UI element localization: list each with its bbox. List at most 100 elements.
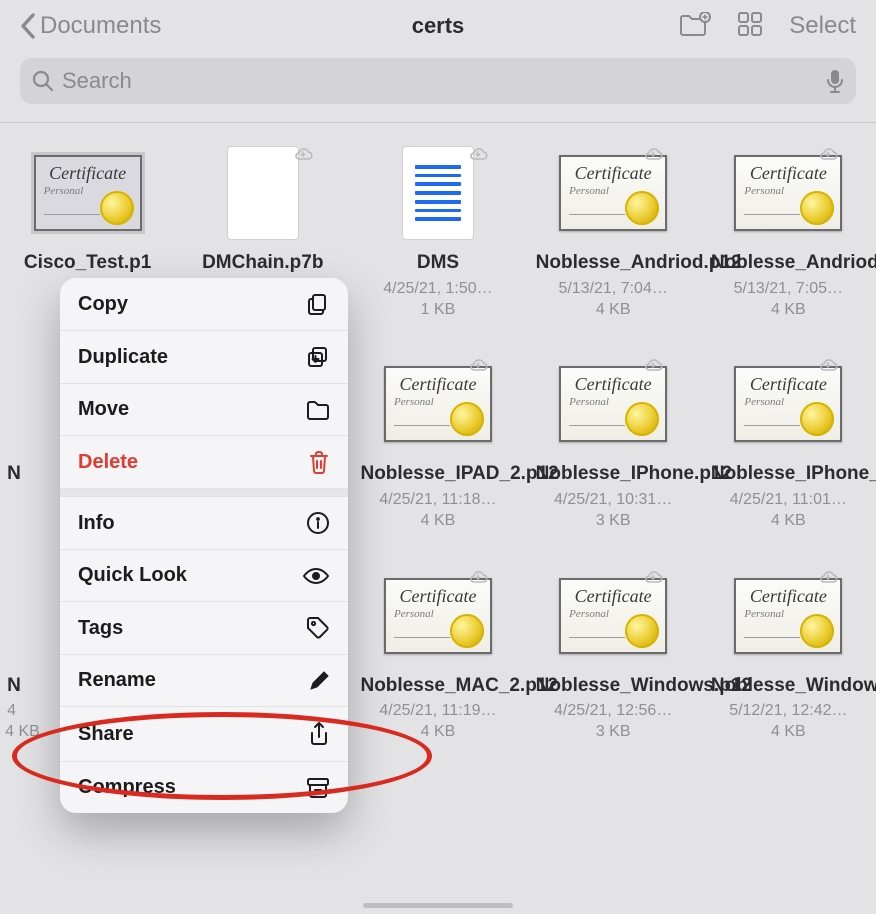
tag-icon (306, 616, 330, 640)
file-item[interactable]: CertificatePersonal Noblesse_IPhone.p12 … (531, 354, 696, 531)
search-placeholder: Search (62, 68, 818, 94)
file-thumbnail: CertificatePersonal (732, 143, 844, 243)
menu-quick-look[interactable]: Quick Look (60, 550, 348, 602)
view-toggle-icon[interactable] (737, 11, 763, 42)
menu-copy[interactable]: Copy (60, 278, 348, 331)
menu-delete[interactable]: Delete (60, 436, 348, 489)
file-name: DMS (417, 251, 459, 275)
file-name: Noblesse_MAC_2.p12 (360, 674, 515, 698)
file-item[interactable]: CertificatePersonal Noblesse_Andriod.p12… (531, 143, 696, 320)
cloud-download-icon (468, 358, 488, 377)
menu-label: Delete (78, 451, 138, 474)
duplicate-icon (306, 345, 330, 369)
menu-label: Move (78, 398, 129, 421)
navigation-bar: Documents certs Select (0, 0, 876, 52)
menu-label: Duplicate (78, 346, 168, 369)
file-size: 4 KB (421, 722, 456, 743)
file-thumbnail: CertificatePersonal (732, 354, 844, 454)
menu-info[interactable]: Info (60, 497, 348, 550)
menu-separator (60, 489, 348, 497)
file-item[interactable]: CertificatePersonal Noblesse_IPhone_1.p1… (706, 354, 871, 531)
file-meta: 4/25/21, 11:19… (379, 701, 496, 722)
context-menu: Copy Duplicate Move Delete Info Quick Lo… (60, 278, 348, 813)
menu-share[interactable]: Share (60, 707, 348, 762)
file-meta: 5/13/21, 7:04… (558, 279, 667, 300)
file-size: 3 KB (596, 722, 631, 743)
back-label: Documents (40, 12, 161, 40)
file-name: Noblesse_IPhone_1.p12 (711, 462, 866, 486)
file-meta: 4/25/21, 11:18… (379, 490, 496, 511)
file-name: Noblesse_Andriod_1.p12 (711, 251, 866, 275)
menu-compress[interactable]: Compress (60, 762, 348, 813)
eye-icon (302, 567, 330, 585)
file-name: Noblesse_IPAD_2.p12 (360, 462, 515, 486)
file-name: Noblesse_Andriod.p12 (536, 251, 691, 275)
file-size: 4 KB (771, 300, 806, 321)
file-meta: 4/25/21, 12:56… (554, 701, 672, 722)
menu-duplicate[interactable]: Duplicate (60, 331, 348, 384)
file-thumbnail (207, 143, 319, 243)
file-item[interactable]: CertificatePersonal Noblesse_Andriod_1.p… (706, 143, 871, 320)
cloud-download-icon (643, 570, 663, 589)
file-item[interactable]: CertificatePersonal Noblesse_Windows.p12… (531, 566, 696, 743)
file-meta: 4/25/21, 1:50… (383, 279, 492, 300)
pencil-icon (308, 670, 330, 692)
menu-rename[interactable]: Rename (60, 655, 348, 707)
menu-label: Info (78, 512, 115, 535)
new-folder-icon[interactable] (679, 12, 711, 41)
folder-icon (306, 400, 330, 420)
file-name: Cisco_Test.p1 (24, 251, 151, 275)
file-item[interactable]: DMS 4/25/21, 1:50… 1 KB (355, 143, 520, 320)
chevron-left-icon (20, 13, 36, 39)
file-item[interactable]: CertificatePersonal Noblesse_IPAD_2.p12 … (355, 354, 520, 531)
cloud-download-icon (293, 147, 313, 166)
menu-label: Quick Look (78, 564, 187, 587)
file-meta: 5/13/21, 7:05… (734, 279, 843, 300)
cloud-download-icon (468, 147, 488, 166)
file-meta: 4/25/21, 11:01… (730, 490, 847, 511)
file-thumbnail: CertificatePersonal (557, 566, 669, 666)
file-name: DMChain.p7b (202, 251, 323, 275)
file-thumbnail: CertificatePersonal (557, 354, 669, 454)
select-button[interactable]: Select (789, 12, 856, 40)
folder-title: certs (412, 13, 465, 39)
file-name: Noblesse_WindowsIKE.p12 (711, 674, 866, 698)
menu-move[interactable]: Move (60, 384, 348, 436)
menu-label: Copy (78, 293, 128, 316)
file-size: 4 KB (771, 722, 806, 743)
file-thumbnail: CertificatePersonal (732, 566, 844, 666)
file-size: 4 KB (771, 511, 806, 532)
home-indicator (363, 903, 513, 908)
menu-tags[interactable]: Tags (60, 602, 348, 655)
dictation-icon[interactable] (826, 68, 844, 94)
back-button[interactable]: Documents (20, 12, 161, 40)
file-item[interactable]: CertificatePersonal Noblesse_MAC_2.p12 4… (355, 566, 520, 743)
cloud-download-icon (643, 147, 663, 166)
file-thumbnail: CertificatePersonal (382, 566, 494, 666)
file-size: 4 KB (596, 300, 631, 321)
cloud-download-icon (643, 358, 663, 377)
trash-icon (308, 450, 330, 474)
file-thumbnail: CertificatePersonal (32, 143, 144, 243)
file-size: 3 KB (596, 511, 631, 532)
file-name: Noblesse_IPhone.p12 (536, 462, 691, 486)
archive-icon (306, 777, 330, 799)
file-thumbnail (382, 143, 494, 243)
file-meta: 5/12/21, 12:42… (729, 701, 847, 722)
file-name: Noblesse_Windows.p12 (536, 674, 691, 698)
file-size: 4 KB (5, 722, 40, 743)
cloud-download-icon (818, 570, 838, 589)
file-size: 1 KB (421, 300, 456, 321)
menu-label: Tags (78, 617, 123, 640)
file-size: 4 KB (421, 511, 456, 532)
file-meta: 4/25/21, 10:31… (554, 490, 672, 511)
cloud-download-icon (818, 147, 838, 166)
menu-label: Share (78, 723, 134, 746)
copy-icon (306, 292, 330, 316)
file-thumbnail: CertificatePersonal (557, 143, 669, 243)
file-item[interactable]: CertificatePersonal Noblesse_WindowsIKE.… (706, 566, 871, 743)
file-thumbnail: CertificatePersonal (382, 354, 494, 454)
search-field[interactable]: Search (20, 58, 856, 104)
share-icon (308, 721, 330, 747)
menu-label: Compress (78, 776, 176, 799)
